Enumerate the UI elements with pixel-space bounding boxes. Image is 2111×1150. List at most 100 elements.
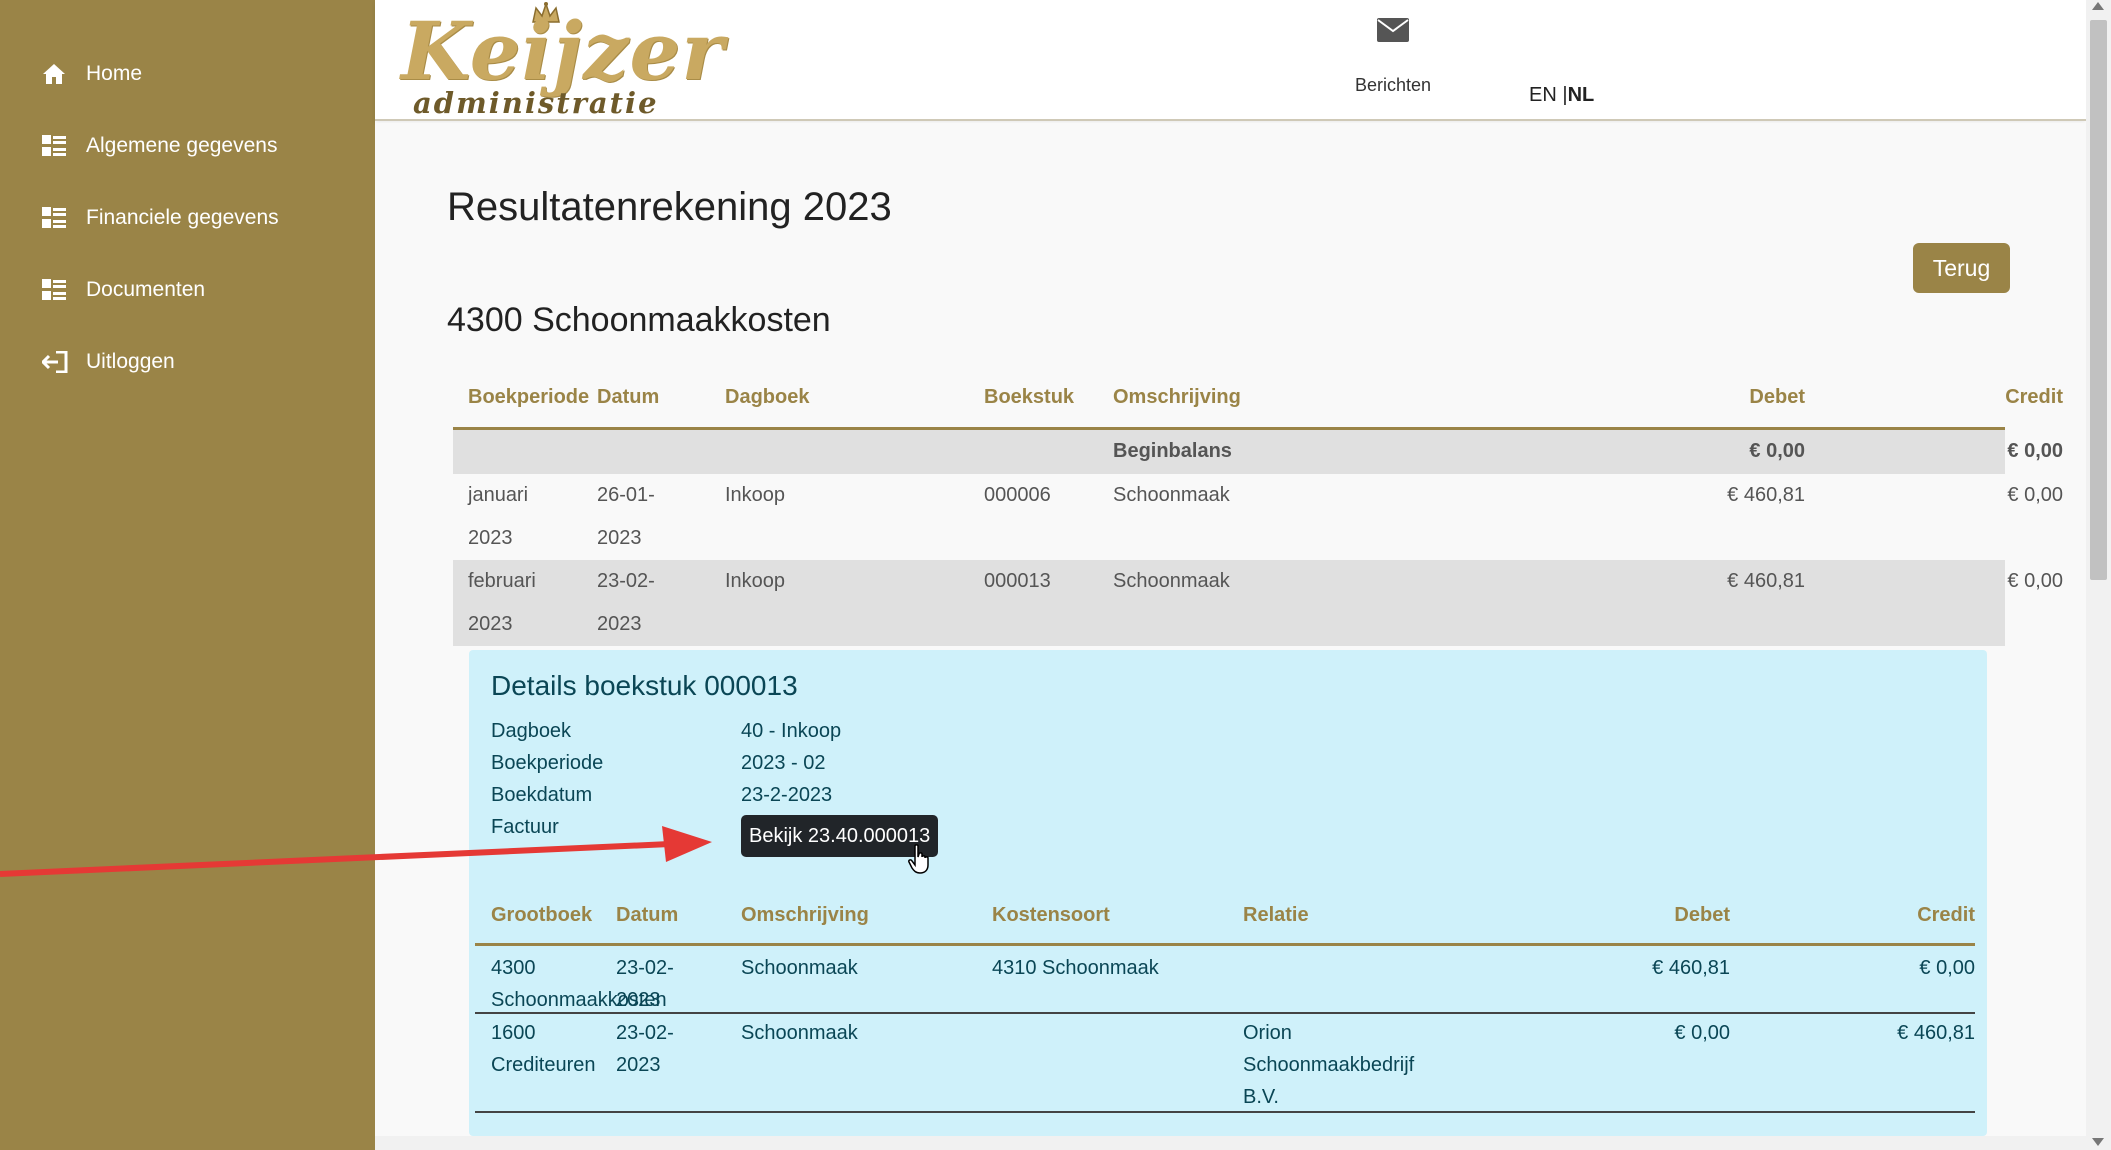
table-row-selected[interactable]: februari 2023 23-02- 2023 Inkoop 000013 … [453, 560, 2063, 646]
cell-description: Schoonmaak [1113, 570, 1230, 592]
cell-cost-type: 4310 Schoonmaak [992, 957, 1159, 979]
cell-date: 23-02- [597, 570, 655, 592]
sidebar-item-label: Algemene gegevens [86, 134, 278, 157]
cell-description: Schoonmaak [741, 957, 858, 979]
details-table-row: 1600 Crediteuren 23-02- 2023 Schoonmaak … [475, 1015, 1975, 1113]
messages-label: Berichten [1354, 75, 1432, 95]
cell-relation-3: B.V. [1243, 1086, 1279, 1108]
horizontal-scrollbar[interactable] [375, 1136, 2086, 1150]
sidebar-item-uitloggen[interactable]: Uitloggen [0, 326, 375, 398]
col-header: Debet [1674, 904, 1730, 926]
cell-journal: Inkoop [725, 484, 786, 506]
cell-period: februari [468, 570, 536, 592]
cell-debet: € 460,81 [1727, 484, 1805, 506]
top-header: Keijzer administratie Berichten EN |NL [375, 0, 2086, 121]
beginbalans-debet: € 0,00 [1749, 440, 1805, 462]
cell-ledger: 1600 [491, 1022, 536, 1044]
cell-ledger-name: Crediteuren [491, 1054, 596, 1076]
list-icon [42, 207, 86, 229]
hand-cursor-icon [908, 844, 929, 874]
sidebar-item-label: Documenten [86, 278, 206, 301]
cell-date: 23-02- [616, 1022, 674, 1044]
cell-date-year: 2023 [616, 1054, 661, 1076]
detail-value: 2023 - 02 [741, 752, 826, 774]
table-header: Boekperiode Datum Dagboek Boekstuk Omsch… [453, 358, 2063, 430]
cell-relation-2: Schoonmaakbedrijf [1243, 1054, 1415, 1076]
page-title: Resultatenrekening 2023 [447, 185, 892, 229]
details-table-header: Grootboek Datum Omschrijving Kostensoort… [475, 898, 1975, 946]
cell-ledger: 4300 [491, 957, 536, 979]
cell-period-year: 2023 [468, 527, 513, 549]
col-header: Dagboek [725, 386, 810, 408]
table-row[interactable]: januari 2023 26-01- 2023 Inkoop 000006 S… [453, 474, 2063, 560]
scroll-thumb[interactable] [2090, 20, 2107, 580]
vertical-scrollbar[interactable] [2086, 0, 2111, 1150]
main-content: Resultatenrekening 2023 Terug 4300 Schoo… [375, 123, 2086, 1136]
col-header: Datum [597, 386, 660, 408]
cell-period-year: 2023 [468, 613, 513, 635]
cell-doc: 000013 [984, 570, 1051, 592]
col-header: Relatie [1243, 904, 1309, 926]
details-title: Details boekstuk 000013 [491, 670, 798, 701]
detail-value: 40 - Inkoop [741, 720, 842, 742]
ledger-table: Boekperiode Datum Dagboek Boekstuk Omsch… [453, 358, 2063, 646]
logo-word: Keijzer [401, 4, 725, 98]
logo-subtitle: administratie [413, 86, 659, 120]
cell-credit: € 0,00 [2007, 570, 2063, 592]
col-header: Credit [2005, 386, 2063, 408]
cell-debet: € 460,81 [1727, 570, 1805, 592]
logout-icon [42, 351, 86, 373]
cell-date-year: 2023 [597, 527, 642, 549]
envelope-icon [1377, 18, 1409, 46]
cell-credit: € 0,00 [1919, 957, 1975, 979]
cell-credit: € 460,81 [1897, 1022, 1975, 1044]
sidebar-item-financiele-gegevens[interactable]: Financiele gegevens [0, 182, 375, 254]
details-table-row: 4300 Schoonmaakkosten 23-02- 2023 Schoon… [475, 948, 1975, 1014]
list-icon [42, 135, 86, 157]
section-title: 4300 Schoonmaakkosten [447, 301, 831, 339]
scroll-down-icon[interactable] [2092, 1138, 2104, 1146]
cell-journal: Inkoop [725, 570, 786, 592]
logo[interactable]: Keijzer administratie [401, 1, 723, 120]
scroll-up-icon[interactable] [2092, 2, 2104, 10]
cell-credit: € 0,00 [2007, 484, 2063, 506]
back-button[interactable]: Terug [1913, 243, 2010, 293]
cell-period: januari [468, 484, 529, 506]
col-header: Omschrijving [1113, 386, 1241, 408]
sidebar-item-home[interactable]: Home [0, 38, 375, 110]
list-icon [42, 279, 86, 301]
col-header: Boekperiode [468, 386, 590, 408]
cell-description: Schoonmaak [741, 1022, 858, 1044]
annotation-arrow-icon [0, 826, 712, 877]
sidebar-item-documenten[interactable]: Documenten [0, 254, 375, 326]
cell-date: 23-02- [616, 957, 674, 979]
col-header: Debet [1749, 386, 1805, 408]
lang-nl[interactable]: NL [1568, 84, 1595, 106]
language-switch: EN |NL [1529, 84, 1594, 107]
messages-link[interactable]: Berichten [1323, 18, 1463, 96]
sidebar-item-label: Financiele gegevens [86, 206, 279, 229]
col-header: Grootboek [491, 904, 593, 926]
beginbalans-credit: € 0,00 [2007, 440, 2063, 462]
detail-key: Boekperiode [491, 752, 604, 774]
col-header: Credit [1917, 904, 1975, 926]
cell-description: Schoonmaak [1113, 484, 1230, 506]
sidebar: Home Algemene gegevens Financiele gegeve… [0, 0, 375, 1150]
beginbalans-label: Beginbalans [1113, 440, 1232, 462]
cell-date-year: 2023 [616, 989, 661, 1011]
table-row-beginbalans: Beginbalans € 0,00 € 0,00 [453, 430, 2063, 474]
sidebar-item-label: Home [86, 62, 143, 85]
home-icon [42, 63, 86, 85]
detail-value: 23-2-2023 [741, 784, 833, 806]
col-header: Kostensoort [992, 904, 1110, 926]
cell-date: 26-01- [597, 484, 655, 506]
sidebar-item-algemene-gegevens[interactable]: Algemene gegevens [0, 110, 375, 182]
cell-relation: Orion [1243, 1022, 1292, 1044]
detail-key: Boekdatum [491, 784, 593, 806]
cell-date-year: 2023 [597, 613, 642, 635]
lang-en[interactable]: EN [1529, 84, 1557, 106]
col-header: Boekstuk [984, 386, 1075, 408]
detail-key: Dagboek [491, 720, 572, 742]
cell-debet: € 460,81 [1652, 957, 1730, 979]
details-panel: Details boekstuk 000013 Dagboek 40 - Ink… [469, 650, 1987, 1136]
